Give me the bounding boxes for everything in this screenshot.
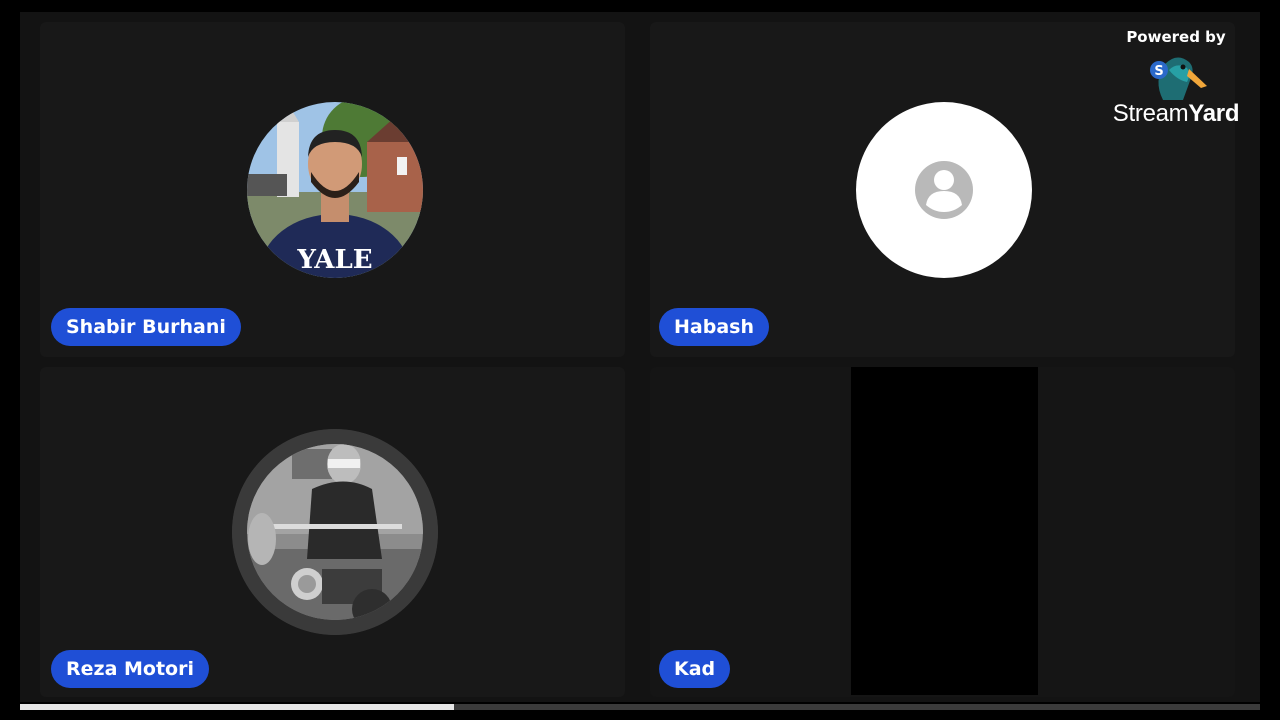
participant-name-tag: Habash bbox=[659, 308, 769, 346]
participant-name: Habash bbox=[674, 316, 754, 338]
participant-tile-kad: Kad bbox=[650, 367, 1235, 697]
powered-by-branding: Powered by S StreamYard bbox=[1106, 28, 1246, 128]
avatar-habash bbox=[856, 102, 1032, 278]
video-feed bbox=[851, 367, 1038, 695]
playback-progress-bar[interactable] bbox=[20, 704, 1260, 710]
participant-name-tag: Shabir Burhani bbox=[51, 308, 241, 346]
streamyard-duck-icon: S bbox=[1150, 57, 1207, 100]
avatar-photo bbox=[232, 429, 438, 635]
svg-text:YALE: YALE bbox=[296, 245, 372, 275]
participant-name: Reza Motori bbox=[66, 658, 194, 680]
avatar-shabir: YALE bbox=[247, 102, 423, 278]
participant-name-tag: Kad bbox=[659, 650, 731, 688]
participant-tile-shabir: YALE Shabir Burhani bbox=[40, 22, 625, 357]
svg-text:S: S bbox=[1154, 64, 1163, 79]
wordmark-part2: Yard bbox=[1188, 100, 1240, 127]
wordmark-part1: Stream bbox=[1112, 100, 1189, 127]
streamyard-wordmark: StreamYard bbox=[1106, 100, 1246, 128]
participant-name: Shabir Burhani bbox=[66, 316, 226, 338]
powered-by-label: Powered by bbox=[1126, 28, 1226, 46]
participant-name-tag: Reza Motori bbox=[51, 650, 209, 688]
participant-tile-reza: Reza Motori bbox=[40, 367, 625, 697]
participant-name: Kad bbox=[674, 658, 716, 680]
stream-stage: YALE Shabir Burhani Habash Reza Motori K… bbox=[20, 12, 1260, 702]
default-user-icon bbox=[915, 161, 973, 219]
avatar-reza bbox=[232, 429, 438, 635]
playback-progress-fill bbox=[20, 704, 454, 710]
avatar-photo: YALE bbox=[247, 102, 423, 278]
